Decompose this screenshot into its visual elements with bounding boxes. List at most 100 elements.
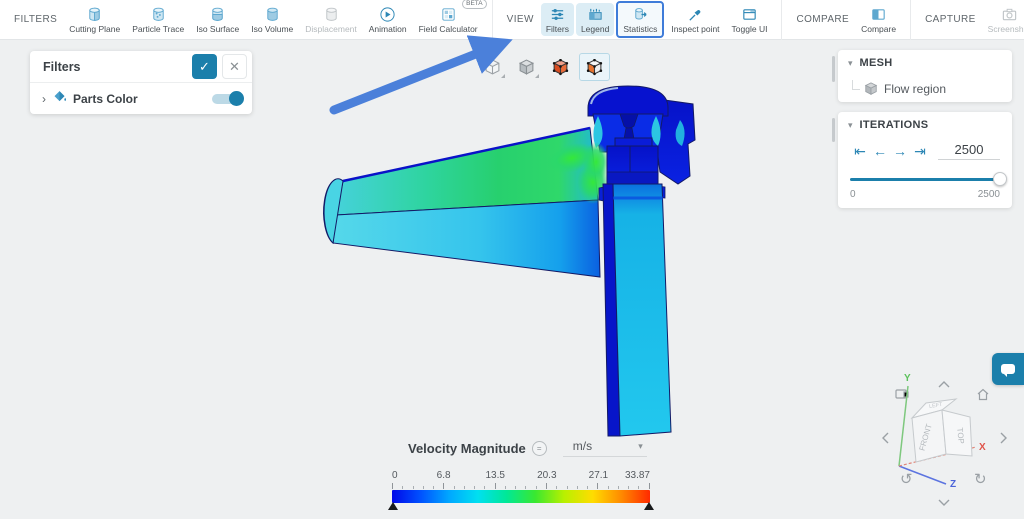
first-iteration-button[interactable]: ⇤: [850, 143, 870, 159]
apply-button[interactable]: ✓: [192, 54, 217, 79]
render-mode-surface-edges-button[interactable]: [579, 53, 610, 81]
render-mode-solid-button[interactable]: [511, 53, 542, 81]
field-selector: Velocity Magnitude = m/s ▾: [408, 439, 647, 457]
mesh-item-flow-region[interactable]: Flow region: [838, 76, 1012, 102]
parts-color-row[interactable]: › Parts Color: [30, 83, 252, 114]
iso-volume-button[interactable]: Iso Volume: [246, 3, 298, 36]
unit-dropdown[interactable]: m/s ▾: [563, 439, 647, 457]
iteration-min-label: 0: [850, 189, 856, 200]
compare-button[interactable]: Compare: [856, 3, 901, 36]
expand-chevron-icon[interactable]: ›: [42, 92, 46, 106]
cutting-plane-icon: [86, 5, 103, 23]
iteration-steppers: ⇤ ← → ⇥ 2500: [838, 138, 1012, 160]
unit-value: m/s: [573, 439, 592, 453]
top-toolbar: FILTERS Cutting Plane Particle Trace Iso…: [0, 0, 1024, 40]
particle-trace-button[interactable]: Particle Trace: [127, 3, 189, 36]
displacement-button[interactable]: Displacement: [300, 3, 362, 36]
section-label-capture: CAPTURE: [925, 14, 976, 25]
filters-sliders-icon: [549, 5, 566, 23]
toolbar-section-view: VIEW Filters Legend Statistics Inspect p…: [493, 0, 783, 40]
legend-label: 20.3: [537, 470, 556, 481]
iso-surface-button[interactable]: Iso Surface: [191, 3, 244, 36]
last-iteration-button[interactable]: ⇥: [910, 143, 930, 159]
chat-bubble-icon: [1001, 364, 1015, 374]
slider-handle[interactable]: [993, 172, 1007, 186]
displacement-icon: [323, 5, 340, 23]
inspect-point-label: Inspect point: [671, 24, 719, 34]
section-label-view: VIEW: [507, 14, 534, 25]
navigation-widget: ↺ ↻ Y Z X FRONT TOP LEFT: [878, 370, 1012, 510]
mesh-panel-title: MESH: [860, 57, 893, 69]
animation-label: Animation: [369, 24, 407, 34]
toggle-ui-label: Toggle UI: [732, 24, 768, 34]
chevron-down-icon[interactable]: ▾: [848, 58, 853, 69]
iterations-panel-header[interactable]: ▾ ITERATIONS: [838, 112, 1012, 138]
section-label-compare: COMPARE: [796, 14, 849, 25]
mesh-panel-header[interactable]: ▾ MESH: [838, 50, 1012, 76]
legend-icon: [587, 5, 604, 23]
field-info-icon[interactable]: =: [532, 441, 547, 456]
screenshot-button[interactable]: Screenshot: [983, 3, 1024, 36]
view-cube[interactable]: Y Z X FRONT TOP LEFT: [890, 370, 1002, 492]
legend-max-handle[interactable]: [644, 502, 654, 510]
particle-trace-icon: [150, 5, 167, 23]
toolbar-section-capture: CAPTURE Screenshot BETA Record: [911, 0, 1024, 40]
dropdown-corner-mark: [535, 74, 539, 78]
iteration-range: 0 2500: [838, 186, 1012, 208]
view-legend-button[interactable]: Legend: [576, 3, 614, 36]
particle-trace-label: Particle Trace: [132, 24, 184, 34]
legend-label: 0: [392, 470, 398, 481]
legend-min-handle[interactable]: [388, 502, 398, 510]
cfd-model[interactable]: [300, 80, 720, 450]
iteration-value-input[interactable]: 2500: [938, 142, 1000, 160]
animation-play-icon: [379, 5, 396, 23]
panel-scrollbar[interactable]: [832, 56, 835, 82]
legend-label: 6.8: [437, 470, 451, 481]
next-iteration-button[interactable]: →: [890, 143, 910, 159]
field-name-label: Velocity Magnitude: [408, 441, 526, 456]
legend-tick-labels: 0 6.8 13.5 20.3 27.1 33.87: [392, 470, 650, 482]
view-statistics-button[interactable]: Statistics: [616, 1, 664, 38]
legend-gradient-bar[interactable]: [392, 490, 650, 503]
toolbar-section-filters: FILTERS Cutting Plane Particle Trace Iso…: [0, 0, 493, 40]
rotate-left-chevron-icon[interactable]: [882, 432, 889, 448]
view-filters-label: Filters: [546, 24, 569, 34]
chevron-down-icon[interactable]: ▾: [848, 120, 853, 131]
paint-bucket-icon: [52, 89, 67, 109]
rotate-down-chevron-icon[interactable]: [938, 494, 950, 510]
render-mode-translucent-button[interactable]: [477, 53, 508, 81]
cutting-plane-label: Cutting Plane: [69, 24, 120, 34]
render-mode-surfaces-button[interactable]: [545, 53, 576, 81]
filters-panel-title: Filters: [43, 60, 187, 74]
iso-volume-icon: [264, 5, 281, 23]
panel-scrollbar[interactable]: [832, 118, 835, 142]
parts-color-toggle[interactable]: [212, 94, 242, 104]
view-filters-button[interactable]: Filters: [541, 3, 574, 36]
legend-label: 13.5: [485, 470, 504, 481]
inspect-point-button[interactable]: Inspect point: [666, 3, 724, 36]
iteration-slider[interactable]: [850, 172, 1000, 186]
dropdown-corner-mark: [501, 74, 505, 78]
toggle-ui-button[interactable]: Toggle UI: [727, 3, 773, 36]
cutting-plane-button[interactable]: Cutting Plane: [64, 3, 125, 36]
parts-color-label: Parts Color: [73, 92, 212, 106]
previous-iteration-button[interactable]: ←: [870, 143, 890, 159]
field-calculator-button[interactable]: BETA Field Calculator: [414, 3, 483, 36]
render-mode-toolbar: [477, 53, 613, 81]
close-button[interactable]: ✕: [222, 54, 247, 79]
iterations-panel: ▾ ITERATIONS ⇤ ← → ⇥ 2500 0 2500: [838, 112, 1012, 208]
slider-track[interactable]: [850, 178, 1000, 181]
iterations-panel-title: ITERATIONS: [860, 119, 929, 131]
animation-button[interactable]: Animation: [364, 3, 412, 36]
x-axis-label: X: [979, 442, 986, 453]
chevron-down-icon: ▾: [638, 441, 643, 452]
iso-surface-icon: [209, 5, 226, 23]
solid-cube-icon: [518, 59, 535, 76]
chat-button[interactable]: [992, 353, 1024, 385]
color-legend: 0 6.8 13.5 20.3 27.1 33.87: [392, 470, 650, 482]
cube-top-face-label[interactable]: TOP: [955, 427, 966, 444]
compare-label: Compare: [861, 24, 896, 34]
field-calculator-icon: [440, 5, 457, 23]
surface-edges-cube-icon: [586, 59, 603, 76]
mesh-panel: ▾ MESH Flow region: [838, 50, 1012, 102]
